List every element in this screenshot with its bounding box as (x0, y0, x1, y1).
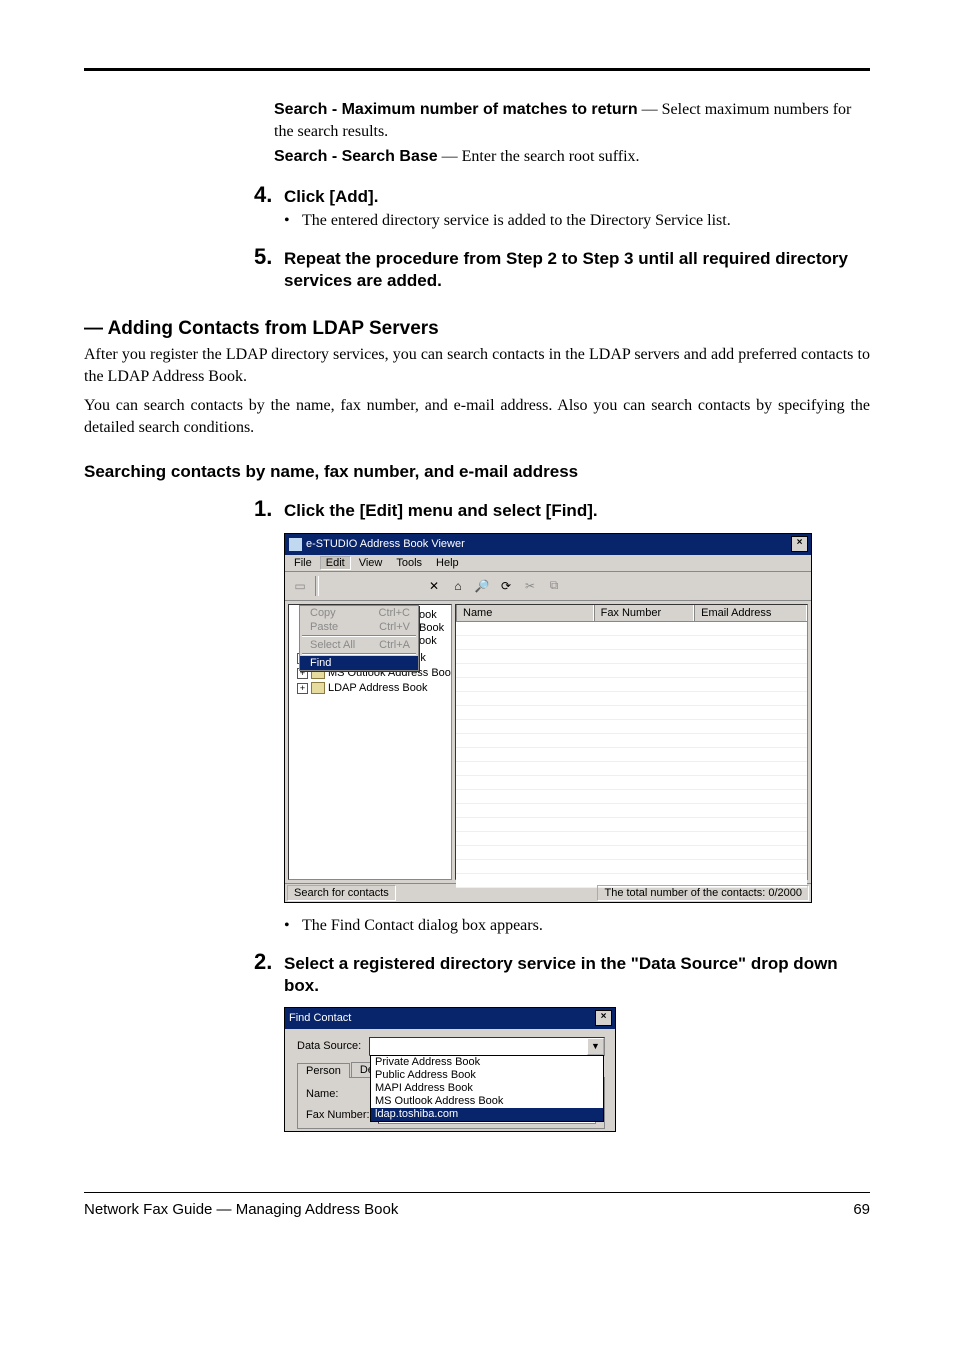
find-name-label: Name: (306, 1088, 378, 1100)
abv-menubar: File Edit View Tools Help (285, 555, 811, 572)
tree-ldap-label: LDAP Address Book (328, 681, 427, 696)
step-4: 4. Click [Add]. (254, 182, 870, 208)
figure-find-contact: Find Contact × Data Source: ▼ Private Ad… (284, 1007, 870, 1132)
proc-step-2: 2. Select a registered directory service… (254, 949, 870, 997)
toolbar-copy-icon[interactable]: ⧉ (543, 575, 565, 597)
find-close-button[interactable]: × (595, 1010, 612, 1026)
menu-file[interactable]: File (288, 556, 318, 570)
edit-sep-2 (302, 653, 416, 655)
search-base-text: — Enter the search root suffix. (438, 148, 640, 165)
step-4-bullet: • The entered directory service is added… (284, 212, 870, 230)
edit-select-all[interactable]: Select AllCtrl+A (300, 638, 418, 652)
data-source-label: Data Source: (297, 1040, 369, 1052)
search-base-label: Search - Search Base (274, 148, 438, 165)
toolbar-new-icon[interactable]: ▭ (289, 575, 311, 597)
step-4-bullet-text: The entered directory service is added t… (302, 212, 731, 230)
step-4-number: 4. (254, 182, 284, 208)
step-4-text: Click [Add]. (284, 186, 378, 208)
step-5: 5. Repeat the procedure from Step 2 to S… (254, 244, 870, 292)
find-title: Find Contact (289, 1012, 351, 1024)
abv-tree[interactable]: CopyCtrl+C PasteCtrl+V Select AllCtrl+A … (288, 604, 452, 880)
edit-dropdown: CopyCtrl+C PasteCtrl+V Select AllCtrl+A … (299, 605, 419, 671)
proc-step-1-bullet: • The Find Contact dialog box appears. (284, 917, 870, 935)
close-button[interactable]: × (791, 536, 808, 552)
step-5-text: Repeat the procedure from Step 2 to Step… (284, 248, 870, 292)
section-p2: You can search contacts by the name, fax… (84, 395, 870, 438)
ds-option-private[interactable]: Private Address Book (371, 1056, 603, 1069)
top-rule (84, 68, 870, 71)
bullet-icon: • (284, 212, 302, 230)
bullet-icon: • (284, 917, 302, 935)
footer-left: Network Fax Guide — Managing Address Boo… (84, 1201, 398, 1218)
tree-peek: ook Book ook (419, 609, 444, 648)
find-titlebar[interactable]: Find Contact × (285, 1008, 615, 1029)
toolbar-properties-icon[interactable]: ⌂ (447, 575, 469, 597)
find-body: Data Source: ▼ Private Address Book Publ… (285, 1029, 615, 1131)
col-fax[interactable]: Fax Number (594, 605, 695, 621)
ds-option-ldap[interactable]: ldap.toshiba.com (371, 1108, 603, 1121)
proc-step-2-text: Select a registered directory service in… (284, 953, 870, 997)
step-5-number: 5. (254, 244, 284, 270)
toolbar-spacer (323, 575, 421, 597)
footer-page-number: 69 (853, 1201, 870, 1218)
edit-copy[interactable]: CopyCtrl+C (300, 606, 418, 620)
proc-step-1-number: 1. (254, 496, 284, 522)
proc-step-1-text: Click the [Edit] menu and select [Find]. (284, 500, 598, 522)
data-source-list: Private Address Book Public Address Book… (370, 1055, 604, 1122)
expand-icon[interactable]: + (297, 683, 308, 694)
section-heading: — Adding Contacts from LDAP Servers (84, 318, 870, 340)
tab-person[interactable]: Person (297, 1063, 350, 1078)
toolbar-sep (315, 576, 319, 596)
ds-option-mapi[interactable]: MAPI Address Book (371, 1082, 603, 1095)
subheading: Searching contacts by name, fax number, … (84, 462, 870, 482)
toolbar-delete-icon[interactable]: ✕ (423, 575, 445, 597)
proc-step-1-bullet-text: The Find Contact dialog box appears. (302, 917, 543, 935)
list-header: Name Fax Number Email Address (456, 605, 807, 622)
search-max-label: Search - Maximum number of matches to re… (274, 101, 638, 118)
footer: Network Fax Guide — Managing Address Boo… (84, 1192, 870, 1218)
col-email[interactable]: Email Address (694, 605, 807, 621)
edit-paste[interactable]: PasteCtrl+V (300, 620, 418, 634)
proc-step-2-number: 2. (254, 949, 284, 975)
ds-option-public[interactable]: Public Address Book (371, 1069, 603, 1082)
status-left: Search for contacts (287, 885, 396, 901)
toolbar-cut-icon[interactable]: ✂ (519, 575, 541, 597)
abv-title: e-STUDIO Address Book Viewer (306, 538, 465, 550)
toolbar-refresh-icon[interactable]: ⟳ (495, 575, 517, 597)
find-fax-label: Fax Number: (306, 1109, 378, 1121)
intro-block: Search - Maximum number of matches to re… (274, 99, 870, 168)
abv-list: Name Fax Number Email Address (455, 604, 808, 880)
folder-icon (311, 682, 325, 694)
edit-sep-1 (302, 635, 416, 637)
col-name[interactable]: Name (456, 605, 594, 621)
section-p1: After you register the LDAP directory se… (84, 344, 870, 387)
tree-ldap[interactable]: + LDAP Address Book (297, 681, 452, 696)
proc-step-1: 1. Click the [Edit] menu and select [Fin… (254, 496, 870, 522)
status-right: The total number of the contacts: 0/2000 (597, 885, 809, 901)
find-dialog: Find Contact × Data Source: ▼ Private Ad… (284, 1007, 616, 1132)
menu-tools[interactable]: Tools (390, 556, 428, 570)
data-source-combo[interactable]: ▼ Private Address Book Public Address Bo… (369, 1037, 605, 1056)
toolbar-find-icon[interactable]: 🔎 (471, 575, 493, 597)
abv-toolbar: ▭ ✕ ⌂ 🔎 ⟳ ✂ ⧉ (285, 572, 811, 601)
menu-view[interactable]: View (353, 556, 389, 570)
abv-titlebar[interactable]: e-STUDIO Address Book Viewer × (285, 534, 811, 555)
abv-body: CopyCtrl+C PasteCtrl+V Select AllCtrl+A … (285, 601, 811, 883)
dropdown-arrow-icon[interactable]: ▼ (587, 1038, 604, 1055)
list-rows[interactable] (456, 622, 807, 888)
figure-address-book-viewer: e-STUDIO Address Book Viewer × File Edit… (284, 533, 870, 903)
menu-edit[interactable]: Edit (320, 556, 351, 570)
app-icon (289, 538, 302, 551)
abv-window: e-STUDIO Address Book Viewer × File Edit… (284, 533, 812, 903)
menu-help[interactable]: Help (430, 556, 465, 570)
edit-find[interactable]: Find (300, 656, 418, 670)
ds-option-outlook[interactable]: MS Outlook Address Book (371, 1095, 603, 1108)
